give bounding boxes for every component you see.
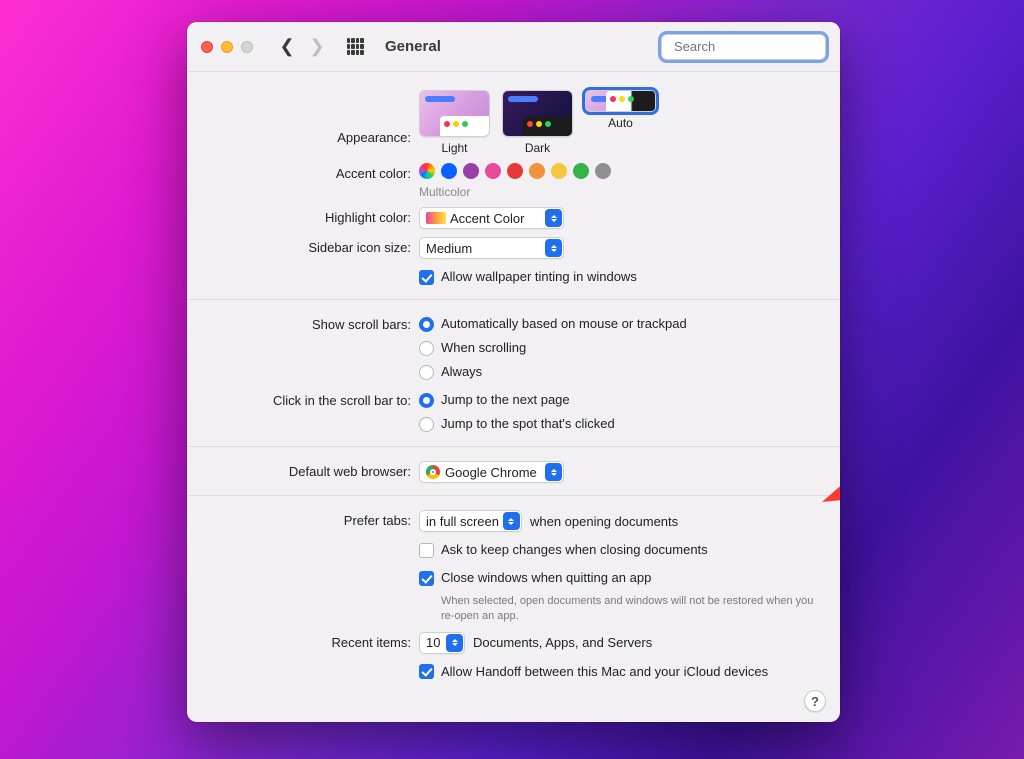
window-controls bbox=[201, 41, 253, 53]
checkbox-label: Close windows when quitting an app bbox=[441, 568, 651, 588]
updown-icon bbox=[545, 463, 562, 481]
appearance-label: Appearance: bbox=[209, 90, 419, 145]
wallpaper-tinting-checkbox[interactable]: Allow wallpaper tinting in windows bbox=[419, 267, 818, 287]
prefer-tabs-select[interactable]: in full screen bbox=[419, 510, 522, 532]
close-window-button[interactable] bbox=[201, 41, 213, 53]
highlight-value: Accent Color bbox=[450, 211, 524, 226]
accent-color-2[interactable] bbox=[463, 163, 479, 179]
prefer-tabs-label: Prefer tabs: bbox=[209, 510, 419, 528]
recent-items-suffix: Documents, Apps, and Servers bbox=[473, 635, 652, 650]
chrome-icon bbox=[426, 465, 440, 479]
accent-color-3[interactable] bbox=[485, 163, 501, 179]
show-all-button[interactable] bbox=[343, 36, 367, 58]
recent-items-select[interactable]: 10 bbox=[419, 632, 465, 654]
highlight-label: Highlight color: bbox=[209, 207, 419, 225]
default-browser-label: Default web browser: bbox=[209, 461, 419, 479]
accent-label: Accent color: bbox=[209, 163, 419, 181]
appearance-option-auto[interactable]: Auto bbox=[585, 90, 656, 155]
checkbox-label: Ask to keep changes when closing documen… bbox=[441, 540, 708, 560]
preferences-window: ❮ ❯ General Appearance: Light bbox=[187, 22, 840, 722]
sidebar-size-value: Medium bbox=[426, 241, 472, 256]
updown-icon bbox=[545, 209, 562, 227]
checkbox-label: Allow Handoff between this Mac and your … bbox=[441, 662, 768, 682]
grid-icon bbox=[347, 38, 364, 55]
accent-color-row bbox=[419, 163, 818, 179]
close-windows-note: When selected, open documents and window… bbox=[441, 594, 818, 624]
ask-keep-changes-checkbox[interactable]: Ask to keep changes when closing documen… bbox=[419, 540, 818, 560]
updown-icon bbox=[545, 239, 562, 257]
content: Appearance: Light Dark Auto bbox=[187, 72, 840, 700]
scrollbars-option-always[interactable]: Always bbox=[419, 362, 818, 382]
appearance-option-dark[interactable]: Dark bbox=[502, 90, 573, 155]
sidebar-size-select[interactable]: Medium bbox=[419, 237, 564, 259]
prefer-tabs-suffix: when opening documents bbox=[530, 514, 678, 529]
accent-color-6[interactable] bbox=[551, 163, 567, 179]
titlebar: ❮ ❯ General bbox=[187, 22, 840, 72]
prefer-tabs-value: in full screen bbox=[426, 514, 499, 529]
accent-selected-name: Multicolor bbox=[419, 185, 818, 199]
updown-icon bbox=[446, 634, 463, 652]
click-scrollbar-option-next[interactable]: Jump to the next page bbox=[419, 390, 818, 410]
search-field[interactable] bbox=[661, 34, 826, 60]
highlight-color-select[interactable]: Accent Color bbox=[419, 207, 564, 229]
recent-items-value: 10 bbox=[426, 635, 440, 650]
appearance-option-label: Auto bbox=[608, 116, 633, 130]
help-button[interactable]: ? bbox=[804, 690, 826, 712]
accent-color-5[interactable] bbox=[529, 163, 545, 179]
accent-color-1[interactable] bbox=[441, 163, 457, 179]
accent-swatch-icon bbox=[426, 212, 446, 224]
pane-title: General bbox=[385, 38, 441, 55]
accent-color-7[interactable] bbox=[573, 163, 589, 179]
sidebar-size-label: Sidebar icon size: bbox=[209, 237, 419, 255]
accent-color-4[interactable] bbox=[507, 163, 523, 179]
forward-button: ❯ bbox=[305, 36, 329, 58]
zoom-window-button bbox=[241, 41, 253, 53]
scrollbars-option-scrolling[interactable]: When scrolling bbox=[419, 338, 818, 358]
recent-items-label: Recent items: bbox=[209, 632, 419, 650]
default-browser-select[interactable]: Google Chrome bbox=[419, 461, 564, 483]
allow-handoff-checkbox[interactable]: Allow Handoff between this Mac and your … bbox=[419, 662, 818, 682]
back-button[interactable]: ❮ bbox=[275, 36, 299, 58]
click-scrollbar-option-spot[interactable]: Jump to the spot that's clicked bbox=[419, 414, 818, 434]
appearance-option-light[interactable]: Light bbox=[419, 90, 490, 155]
search-input[interactable] bbox=[674, 39, 840, 54]
accent-color-multicolor[interactable] bbox=[419, 163, 435, 179]
updown-icon bbox=[503, 512, 520, 530]
appearance-option-label: Dark bbox=[525, 141, 550, 155]
appearance-option-label: Light bbox=[441, 141, 467, 155]
scrollbars-label: Show scroll bars: bbox=[209, 314, 419, 332]
minimize-window-button[interactable] bbox=[221, 41, 233, 53]
scrollbars-option-auto[interactable]: Automatically based on mouse or trackpad bbox=[419, 314, 818, 334]
checkbox-label: Allow wallpaper tinting in windows bbox=[441, 267, 637, 287]
default-browser-value: Google Chrome bbox=[445, 465, 537, 480]
accent-color-8[interactable] bbox=[595, 163, 611, 179]
close-windows-when-quitting-checkbox[interactable]: Close windows when quitting an app bbox=[419, 568, 818, 588]
click-scrollbar-label: Click in the scroll bar to: bbox=[209, 390, 419, 408]
